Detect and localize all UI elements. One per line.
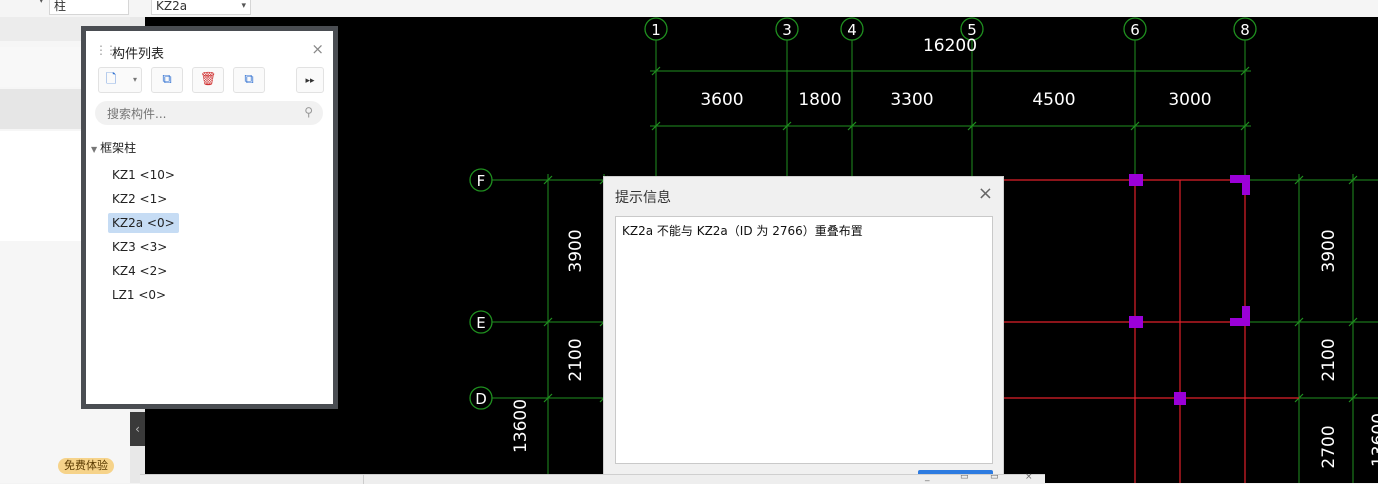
chevron-down-icon[interactable]: ▾ [133,68,137,92]
axis-label-top: 3 [782,21,792,39]
minimize-icon[interactable]: _ [925,472,930,482]
dimension-top: 4500 [1032,90,1075,110]
component-name-value: KZ2a [156,0,188,13]
collapse-panel-icon[interactable]: ‹ [130,412,145,446]
top-toolbar: 柱 ▾ KZ2a ▾ [0,0,1378,18]
trash-icon: 🗑 [199,72,217,87]
axis-label-top: 6 [1130,21,1140,39]
column-marker [1242,306,1250,326]
dimension-left: 2100 [566,338,586,381]
dialog-title: 提示信息 [615,190,671,206]
more-actions-button[interactable]: ▸▸ [296,67,324,93]
list-item[interactable]: KZ3 <3> [108,237,171,257]
message-area: KZ2a 不能与 KZ2a（ID 为 2766）重叠布置 [615,216,993,464]
dimension-right: 2100 [1319,338,1339,381]
axis-label-left: E [476,314,485,332]
maximize-icon[interactable]: ▭ [960,472,969,482]
component-list-body: ⋮⋮ 构件列表 × 🗋▾ ⧉ 🗑 ⧉ ▸▸ ⚲ ▼框架柱 KZ1 <10> KZ… [86,31,333,404]
axis-label-left: F [477,172,486,190]
dimension-top: 3600 [700,90,743,110]
list-item[interactable]: KZ1 <10> [108,165,179,185]
tree-group-label: 框架柱 [100,141,137,155]
copy-to-floor-button[interactable]: ⧉ [233,67,265,93]
dimension-total-left: 13600 [511,399,531,453]
axis-label-top: 4 [847,21,857,39]
message-dialog: 提示信息 × KZ2a 不能与 KZ2a（ID 为 2766）重叠布置 [603,176,1004,484]
column-marker [1129,316,1143,328]
close-icon[interactable]: × [978,183,993,204]
dialog-message: KZ2a 不能与 KZ2a（ID 为 2766）重叠布置 [622,224,863,238]
dimension-total-top: 16200 [923,36,977,56]
close-icon[interactable]: × [311,40,324,58]
dimension-left: 3900 [566,229,586,272]
free-trial-badge[interactable]: 免费体验 [58,458,114,474]
component-name-select[interactable]: KZ2a ▾ [151,0,251,15]
axis-label-top: 8 [1240,21,1250,39]
list-item[interactable]: LZ1 <0> [108,285,170,305]
caret-down-icon[interactable]: ▼ [91,145,97,154]
column-marker [1174,392,1186,405]
panel-title: 构件列表 [112,47,165,62]
new-file-icon: 🗋 [106,72,117,87]
search-input[interactable] [105,101,299,127]
double-chevron-right-icon: ▸▸ [305,76,315,86]
component-search: ⚲ [95,101,323,127]
dimension-top: 3000 [1168,90,1211,110]
close-icon[interactable]: × [1025,472,1033,482]
list-item-selected[interactable]: KZ2a <0> [108,213,179,233]
component-type-select[interactable]: 柱 [49,0,129,15]
delete-component-button[interactable]: 🗑 [192,67,224,93]
component-list-panel: ⋮⋮ 构件列表 × 🗋▾ ⧉ 🗑 ⧉ ▸▸ ⚲ ▼框架柱 KZ1 <10> KZ… [81,26,338,409]
column-marker [1242,175,1250,195]
column-marker [1129,174,1143,186]
new-component-button[interactable]: 🗋 ▾ [98,67,142,93]
dimension-total-right: 13600 [1369,413,1378,467]
dimension-right: 3900 [1319,229,1339,272]
dimension-right: 2700 [1319,425,1339,468]
component-type-value: 柱 [54,0,67,13]
chevron-down-icon[interactable]: ▾ [39,0,44,6]
restore-icon[interactable]: ▭ [990,472,999,482]
copy-icon: ⧉ [162,72,172,87]
search-icon[interactable]: ⚲ [304,105,313,119]
chevron-down-icon: ▾ [241,1,246,11]
tree-group-frame-column[interactable]: ▼ 框架柱 [91,139,136,156]
layers-copy-icon: ⧉ [244,72,254,87]
dimension-top: 3300 [890,90,933,110]
list-item[interactable]: KZ4 <2> [108,261,171,281]
axis-label-top: 1 [651,21,661,39]
axis-label-left: D [475,390,487,408]
list-item[interactable]: KZ2 <1> [108,189,171,209]
copy-component-button[interactable]: ⧉ [151,67,183,93]
dimension-top: 1800 [798,90,841,110]
